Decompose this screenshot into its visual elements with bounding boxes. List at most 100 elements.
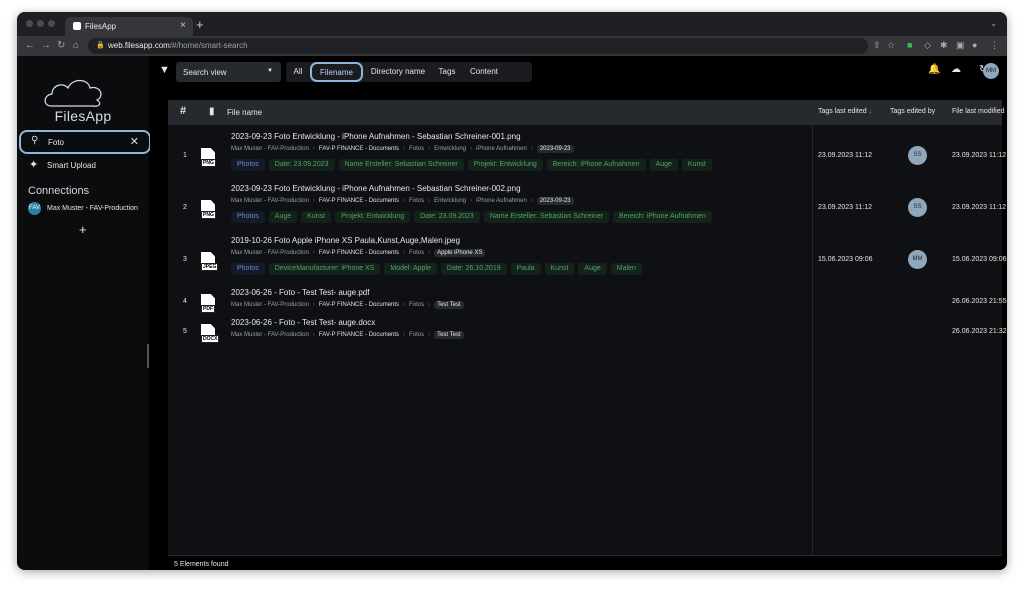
file-name[interactable]: 2023-06-26 - Foto - Test Test- auge.pdf (231, 288, 369, 297)
col-tags-last-edited[interactable]: Tags last edited ↓ (818, 108, 872, 115)
breadcrumb-item[interactable]: Max Muster - FAV-Production (231, 332, 309, 338)
col-file-last-modified[interactable]: File last modified (952, 108, 1005, 115)
file-name[interactable]: 2023-06-26 - Foto - Test Test- auge.docx (231, 318, 375, 327)
bell-icon[interactable]: 🔔 (928, 64, 940, 75)
tab-tags[interactable]: Tags (433, 62, 461, 82)
breadcrumb-item[interactable]: FAV-P FINANCE - Documents (319, 250, 399, 256)
filter-icon[interactable]: ▼ (159, 64, 170, 76)
tag-chip[interactable]: Date: 26.10.2019 (440, 263, 507, 275)
sidebar-resize-handle[interactable] (147, 344, 149, 368)
chevron-right-icon: › (428, 332, 431, 338)
breadcrumb-item[interactable]: Apple iPhone XS (434, 249, 486, 257)
breadcrumb-item[interactable]: Fotos (409, 198, 424, 204)
browser-menu-icon[interactable]: ⋮ (990, 40, 999, 51)
connection-item[interactable]: FAV Max Muster - FAV-Production (28, 202, 146, 218)
sidepanel-icon[interactable]: ▣ (956, 40, 965, 51)
tag-chip[interactable]: Paula (510, 263, 541, 275)
file-name[interactable]: 2023-09-23 Foto Entwicklung - iPhone Auf… (231, 184, 521, 193)
breadcrumb-item[interactable]: FAV-P FINANCE - Documents (319, 302, 399, 308)
tag-chip[interactable]: Bereich: iPhone Aufnahmen (546, 159, 646, 171)
breadcrumb-item[interactable]: 2023-09-23 (536, 197, 574, 205)
breadcrumb-item[interactable]: Max Muster - FAV-Production (231, 198, 309, 204)
tab-filename[interactable]: Filename (310, 62, 363, 82)
tag-chip[interactable]: Model: Apple (384, 263, 437, 275)
tag-chip[interactable]: Projekt: Entwicklung (335, 211, 411, 223)
breadcrumb-item[interactable]: Max Muster - FAV-Production (231, 146, 309, 152)
bookmark-star-icon[interactable]: ☆ (887, 40, 895, 51)
sort-arrow-icon: ↓ (868, 108, 873, 115)
window-zoom-dot[interactable] (48, 20, 55, 27)
table-row[interactable]: 2 PNG 2023-09-23 Foto Entwicklung - iPhone… (168, 182, 1006, 232)
back-icon[interactable]: ← (25, 40, 35, 51)
browser-tab[interactable]: FilesApp × (65, 17, 193, 36)
tab-content[interactable]: Content (464, 62, 504, 82)
table-row[interactable]: 5 DOCX 2023-06-26 - Foto - Test Test- auge… (168, 316, 1007, 346)
table-row[interactable]: 1 PNG 2023-09-23 Foto Entwicklung - iPhone… (168, 130, 1006, 180)
table-row[interactable]: 3 JPEG 2019-10-26 Foto Apple iPhone XS Pau… (168, 234, 1007, 284)
add-connection-button[interactable]: + (79, 222, 87, 237)
breadcrumb: Max Muster - FAV-Production › FAV-P FINANC… (231, 249, 489, 257)
view-select[interactable]: Search view ▼ (176, 62, 281, 82)
tag-chip[interactable]: Kunst (301, 211, 332, 223)
reload-icon[interactable]: ↻ (57, 40, 65, 51)
forward-icon[interactable]: → (41, 40, 51, 51)
tag-chip[interactable]: Date: 23.09.2023 (414, 211, 480, 223)
user-avatar[interactable]: MM (983, 63, 999, 79)
url-field[interactable]: 🔒 web.filesapp.com/#/home/smart-search (88, 38, 868, 54)
tab-close-icon[interactable]: × (180, 20, 186, 31)
main-content: ▼ Search view ▼ All Filename Directory n… (150, 56, 1007, 570)
search-input[interactable] (48, 136, 118, 149)
tab-all[interactable]: All (286, 62, 310, 82)
tag-chip[interactable]: Projekt: Entwicklung (467, 159, 543, 171)
tag-chip[interactable]: Auge (578, 263, 607, 275)
cloud-icon[interactable]: ☁ (951, 64, 961, 75)
breadcrumb-item[interactable]: Fotos (409, 146, 424, 152)
results-table: # ▮ File name Tags last edited ↓ Tags ed… (168, 100, 1007, 555)
window-close-dot[interactable] (26, 20, 33, 27)
col-tags-edited-by[interactable]: Tags edited by (890, 108, 935, 115)
breadcrumb-item[interactable]: Max Muster - FAV-Production (231, 250, 309, 256)
tag-chip[interactable]: Bereich: iPhone Aufnahmen (613, 211, 712, 223)
breadcrumb-item[interactable]: iPhone Aufnahmen (476, 198, 527, 204)
breadcrumb-item[interactable]: Fotos (409, 332, 424, 338)
breadcrumb-item[interactable]: FAV-P FINANCE - Documents (319, 198, 399, 204)
breadcrumb-item[interactable]: iPhone Aufnahmen (476, 146, 527, 152)
breadcrumb-item[interactable]: Fotos (409, 302, 424, 308)
puzzle-icon[interactable]: ✱ (940, 40, 948, 51)
tab-menu-icon[interactable]: ⌄ (990, 19, 997, 28)
tag-chip[interactable]: Photos (231, 159, 265, 171)
breadcrumb-item[interactable]: 2023-09-23 (536, 145, 574, 153)
new-tab-icon[interactable]: + (196, 17, 204, 32)
breadcrumb-item[interactable]: Test Test (434, 331, 464, 339)
tag-chip[interactable]: Date: 23.09.2023 (268, 159, 335, 171)
profile-icon[interactable]: ● (972, 40, 977, 50)
tag-chip[interactable]: Name Ersteller: Sebastian Schreiner (483, 211, 610, 223)
tag-chip[interactable]: DeviceManufacturer: iPhone XS (268, 263, 381, 275)
breadcrumb-item[interactable]: FAV-P FINANCE - Documents (319, 332, 399, 338)
breadcrumb-item[interactable]: Test Test (434, 301, 464, 309)
home-icon[interactable]: ⌂ (73, 40, 79, 51)
file-name[interactable]: 2019-10-26 Foto Apple iPhone XS Paula,Ku… (231, 236, 460, 245)
tag-chip[interactable]: Auge (649, 159, 678, 171)
breadcrumb-item[interactable]: FAV-P FINANCE - Documents (319, 146, 399, 152)
share-icon[interactable]: ⇪ (873, 40, 881, 51)
tab-directory-name[interactable]: Directory name (365, 62, 431, 82)
extension-icon-2[interactable]: ◇ (924, 40, 931, 51)
tag-chip[interactable]: Kunst (544, 263, 575, 275)
breadcrumb-item[interactable]: Entwicklung (434, 146, 466, 152)
extension-icon[interactable]: ■ (907, 40, 912, 50)
breadcrumb-item[interactable]: Fotos (409, 250, 424, 256)
tag-chip[interactable]: Name Ersteller: Sebastian Schreiner (338, 159, 464, 171)
clear-search-icon[interactable]: ✕ (130, 135, 139, 148)
breadcrumb-item[interactable]: Max Muster - FAV-Production (231, 302, 309, 308)
tag-chip[interactable]: Photos (231, 211, 265, 223)
window-minimize-dot[interactable] (37, 20, 44, 27)
col-file-name[interactable]: File name (227, 108, 262, 117)
tag-chip[interactable]: Malen (610, 263, 642, 275)
table-row[interactable]: 4 PDF 2023-06-26 - Foto - Test Test- auge.… (168, 286, 1007, 316)
breadcrumb-item[interactable]: Entwicklung (434, 198, 466, 204)
tag-chip[interactable]: Auge (268, 211, 298, 223)
tag-chip[interactable]: Kunst (681, 159, 712, 171)
tag-chip[interactable]: Photos (231, 263, 265, 275)
file-name[interactable]: 2023-09-23 Foto Entwicklung - iPhone Auf… (231, 132, 521, 141)
